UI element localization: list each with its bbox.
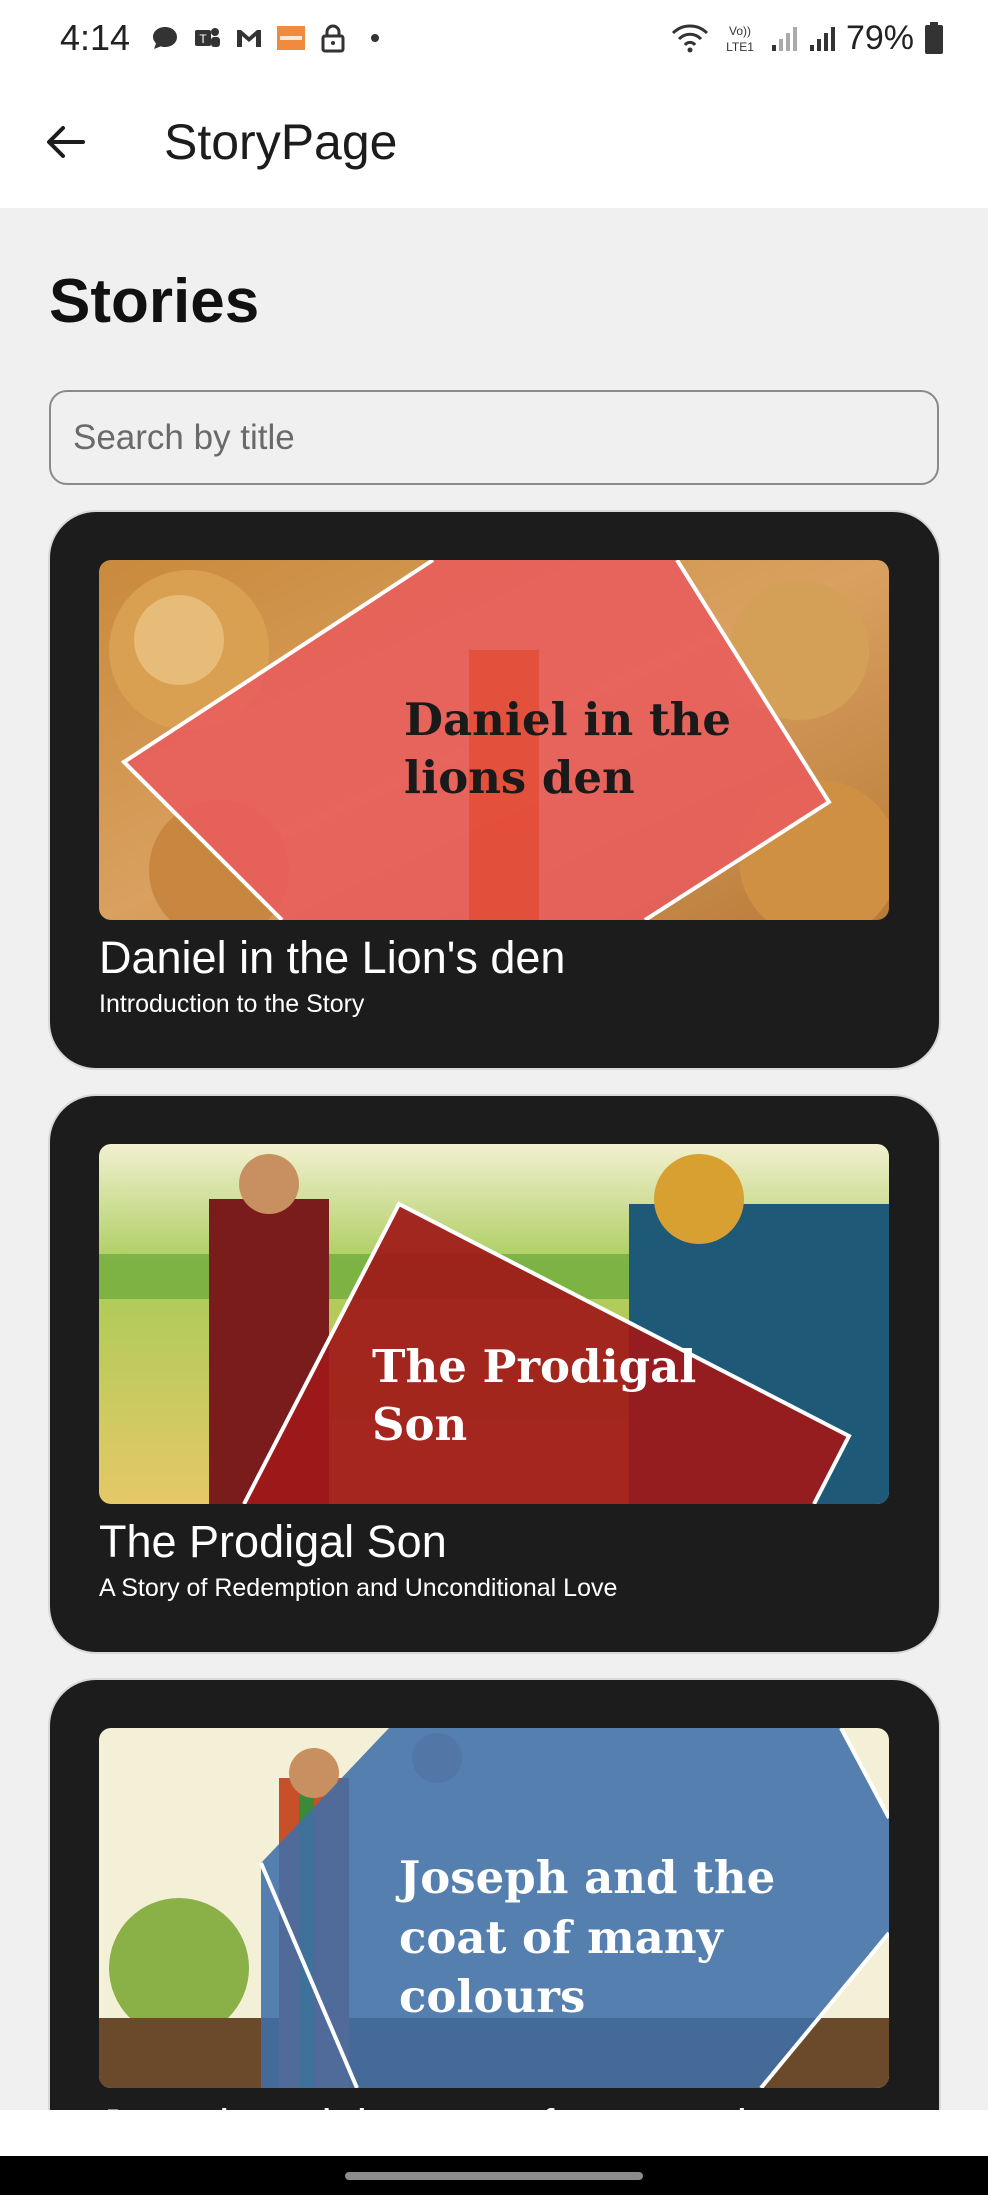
battery-percent: 79%: [845, 18, 914, 57]
story-title: The Prodigal Son: [99, 1516, 447, 1567]
story-subtitle: Introduction to the Story: [99, 990, 365, 1018]
svg-text:LTE1: LTE1: [726, 40, 754, 54]
story-image: Joseph and the coat of many colours: [99, 1728, 889, 2088]
story-image: The Prodigal Son: [99, 1144, 889, 1504]
story-image: Daniel in the lions den: [99, 560, 889, 920]
svg-text:T: T: [199, 32, 207, 46]
battery-icon: [925, 22, 943, 54]
back-button[interactable]: [0, 76, 130, 208]
story-illustration: The Prodigal Son: [99, 1144, 889, 1504]
search-field[interactable]: [49, 390, 939, 485]
status-time: 4:14: [60, 17, 131, 58]
lte-icon: Vo)) LTE1: [726, 24, 754, 54]
stories-screen: Stories Search by title Daniel in the li…: [0, 208, 988, 2110]
app-bar: StoryPage: [0, 76, 988, 208]
hutch-icon: [277, 26, 306, 50]
story-title: Daniel in the Lion's den: [99, 932, 566, 983]
status-left: 4:14 T: [60, 17, 390, 59]
story-card-daniel[interactable]: Daniel in the lions den Daniel in the Li…: [50, 512, 939, 1068]
teams-icon: T: [195, 28, 221, 47]
story-subtitle: A Story of Redemption and Unconditional …: [99, 1574, 618, 1602]
app-title: StoryPage: [164, 114, 398, 170]
status-right: Vo)) LTE1 79%: [670, 19, 944, 58]
dot-icon: [371, 34, 380, 42]
bottom-strip: [0, 2110, 988, 2156]
navigation-bar: [0, 2156, 988, 2195]
story-card-joseph[interactable]: Joseph and the coat of many colours Jose…: [50, 1680, 939, 2110]
status-bar: 4:14 T Vo)) LTE1 79%: [0, 0, 988, 76]
lock-icon: [321, 24, 345, 53]
wifi-icon: [671, 24, 708, 53]
svg-text:Vo)): Vo)): [729, 24, 751, 38]
arrow-left-icon: [47, 126, 85, 158]
search-input[interactable]: [73, 417, 937, 458]
page-heading: Stories: [49, 267, 260, 336]
gmail-icon: [237, 30, 262, 47]
home-gesture-handle[interactable]: [345, 2172, 643, 2180]
story-title: Joseph and the coat of many colours: [99, 2100, 834, 2110]
story-illustration: Daniel in the lions den: [99, 560, 889, 920]
story-illustration: Joseph and the coat of many colours: [99, 1728, 889, 2088]
signal-weak-icon: [771, 27, 797, 51]
chat-bubble-icon: [153, 27, 178, 49]
signal-icon: [809, 27, 835, 51]
story-card-prodigal-son[interactable]: The Prodigal Son The Prodigal Son A Stor…: [50, 1096, 939, 1652]
